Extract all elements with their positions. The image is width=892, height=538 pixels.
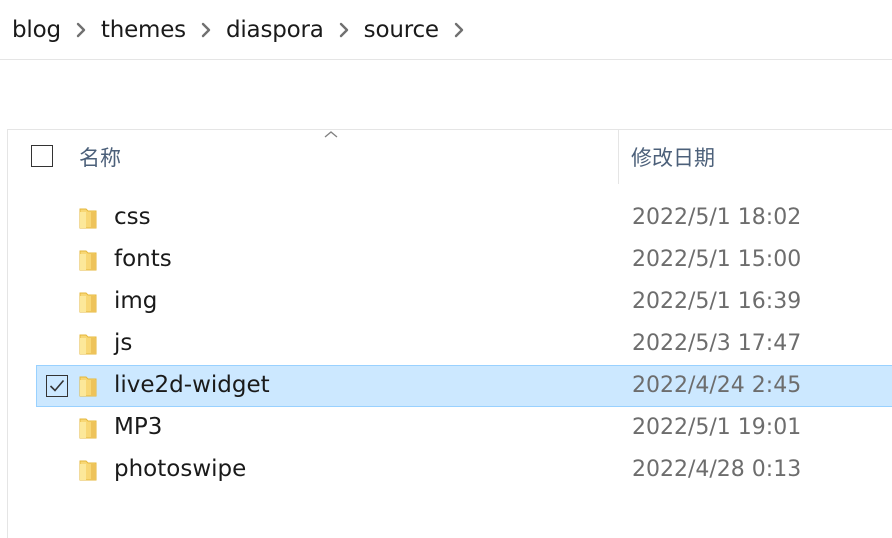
file-row[interactable]: MP3 2022/5/1 19:01 [8,407,892,449]
chevron-right-icon[interactable] [69,18,93,42]
file-list: 名称 修改日期 css 2022/5/1 18:02 fonts 2022/5/1 1… [7,129,892,538]
column-header-name[interactable]: 名称 [79,142,121,172]
file-name: css [114,204,151,230]
folder-icon [79,332,97,356]
breadcrumb: blog themes diaspora source [0,0,892,60]
breadcrumb-item-themes[interactable]: themes [101,17,186,43]
breadcrumb-item-diaspora[interactable]: diaspora [226,17,324,43]
select-all-checkbox[interactable] [31,145,53,167]
file-name: MP3 [114,414,163,440]
file-name: js [114,330,133,356]
checkmark-icon [49,379,65,392]
file-row[interactable]: photoswipe 2022/4/28 0:13 [8,449,892,491]
folder-icon [79,458,97,482]
file-name: fonts [114,246,172,272]
file-name: live2d-widget [114,372,270,398]
file-row[interactable]: live2d-widget 2022/4/24 2:45 [8,365,892,407]
file-row[interactable]: js 2022/5/3 17:47 [8,323,892,365]
column-header-row: 名称 修改日期 [8,130,892,184]
chevron-up-icon[interactable] [323,130,339,138]
file-date-modified: 2022/5/1 16:39 [632,289,802,314]
file-row[interactable]: css 2022/5/1 18:02 [8,197,892,239]
file-date-modified: 2022/5/3 17:47 [632,331,802,356]
column-divider[interactable] [618,130,619,184]
folder-icon [79,290,97,314]
row-checkbox[interactable] [46,375,68,397]
breadcrumb-item-blog[interactable]: blog [12,17,61,43]
file-row[interactable]: img 2022/5/1 16:39 [8,281,892,323]
chevron-right-icon[interactable] [447,18,471,42]
file-rows: css 2022/5/1 18:02 fonts 2022/5/1 15:00 img 2… [8,197,892,491]
breadcrumb-item-source[interactable]: source [364,17,439,43]
file-date-modified: 2022/5/1 19:01 [632,415,802,440]
folder-icon [79,248,97,272]
file-name: img [114,288,158,314]
folder-icon [79,206,97,230]
folder-icon [79,416,97,440]
chevron-right-icon[interactable] [194,18,218,42]
file-name: photoswipe [114,456,247,482]
file-explorer-window: blog themes diaspora source 名称 修改日期 css 2… [0,0,892,538]
column-header-date-modified[interactable]: 修改日期 [631,142,715,172]
file-date-modified: 2022/4/24 2:45 [632,373,802,398]
folder-icon [79,374,97,398]
chevron-right-icon[interactable] [332,18,356,42]
file-row[interactable]: fonts 2022/5/1 15:00 [8,239,892,281]
file-date-modified: 2022/5/1 15:00 [632,247,802,272]
file-date-modified: 2022/5/1 18:02 [632,205,802,230]
file-date-modified: 2022/4/28 0:13 [632,457,802,482]
